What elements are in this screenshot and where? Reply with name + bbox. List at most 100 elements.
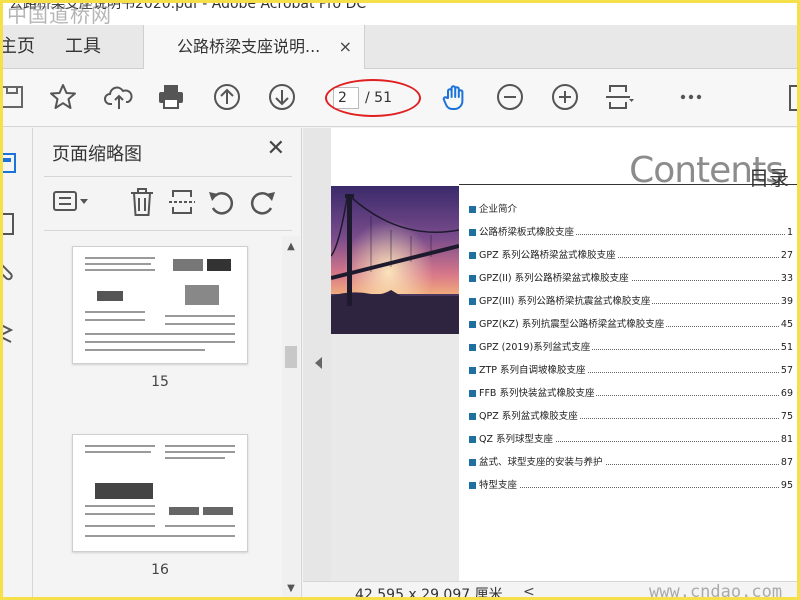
toc-title: FFB 系列快装盆式橡胶支座 [479, 386, 597, 401]
fit-page-icon[interactable] [603, 81, 635, 113]
bookmark-icon[interactable] [3, 208, 25, 238]
toc-item[interactable]: GPZ 系列公路桥梁盆式橡胶支座 27 [469, 248, 793, 271]
toc-title: GPZ(III) 系列公路桥梁抗震盆式橡胶支座 [479, 294, 653, 309]
page-thumbnail[interactable] [72, 246, 248, 364]
scroll-up-icon[interactable]: ▲ [284, 240, 298, 254]
page-thumbnails-icon[interactable] [3, 148, 25, 178]
app-window: 公路桥梁支座说明书2020.pdf - Adobe Acrobat Pro DC… [0, 0, 800, 600]
print-icon[interactable] [155, 81, 187, 113]
toc-page: 39 [778, 294, 793, 309]
attachment-icon[interactable] [3, 256, 25, 286]
toc-page: 57 [778, 363, 793, 378]
toc-page: 51 [778, 340, 793, 355]
thumbnail-page-number: 15 [151, 374, 169, 390]
toc-page: 75 [778, 409, 793, 424]
tab-home-label: 主页 [0, 36, 35, 57]
toc-item[interactable]: GPZ (2019)系列盆式支座 51 [469, 340, 793, 363]
thumbnail-page-number: 16 [151, 562, 169, 578]
highlight-circle [325, 79, 421, 117]
toc-bullet [469, 298, 476, 305]
tab-bar: 主页 工具 公路桥梁支座说明... × [3, 25, 797, 70]
close-pane-icon[interactable]: ✕ [267, 136, 285, 161]
contents-heading-zh: 目录 [749, 166, 789, 190]
close-tab-icon[interactable]: × [339, 37, 352, 56]
bridge-photo [331, 186, 459, 334]
toc-page: 1 [784, 225, 793, 240]
toc-item[interactable]: 公路桥梁板式橡胶支座 1 [469, 225, 793, 248]
scrollbar-thumb[interactable] [285, 346, 297, 368]
document-icon[interactable] [783, 81, 797, 113]
toc-title: GPZ(II) 系列公路桥梁盆式橡胶支座 [479, 271, 631, 286]
layers-icon[interactable] [3, 316, 25, 346]
toc-bullet [469, 413, 476, 420]
zoom-out-icon[interactable] [494, 81, 526, 113]
toc-bullet [469, 459, 476, 466]
toc-item[interactable]: FFB 系列快装盆式橡胶支座 69 [469, 386, 793, 409]
toc-bullet [469, 229, 476, 236]
toc-title: 盆式、球型支座的安装与养护 [479, 455, 605, 470]
toc-page: 87 [778, 455, 793, 470]
toc-bullet [469, 482, 476, 489]
toc-page: 69 [778, 386, 793, 401]
document-view[interactable]: Contents 目录 企业简介 公路桥梁板式橡胶支座 1 GPZ 系列公路桥梁… [303, 128, 797, 581]
toc-bullet [469, 275, 476, 282]
tab-home[interactable]: 主页 [3, 25, 35, 69]
scroll-left-icon[interactable]: < [523, 584, 535, 597]
rotate-right-icon[interactable] [246, 186, 278, 218]
toc-title: 企业简介 [479, 202, 520, 217]
toc-bullet [469, 436, 476, 443]
toc-item[interactable]: GPZ(II) 系列公路桥梁盆式橡胶支座 33 [469, 271, 793, 294]
pane-toolbar [48, 186, 288, 222]
toc-title: GPZ 系列公路桥梁盆式橡胶支座 [479, 248, 618, 263]
toc-item[interactable]: QPZ 系列盆式橡胶支座 75 [469, 409, 793, 432]
toc-leader [479, 487, 785, 488]
main-toolbar: 2 / 51 [3, 69, 797, 127]
toc-title: ZTP 系列自调坡橡胶支座 [479, 363, 588, 378]
insert-page-icon[interactable] [166, 186, 198, 218]
rotate-left-icon[interactable] [206, 186, 238, 218]
toc-item[interactable]: 盆式、球型支座的安装与养护 87 [469, 455, 793, 478]
hand-tool-icon[interactable] [439, 81, 471, 113]
toc-item[interactable]: GPZ(III) 系列公路桥梁抗震盆式橡胶支座 39 [469, 294, 793, 317]
page-dimensions: 42.595 x 29.097 厘米 [355, 587, 503, 600]
pdf-page: Contents 目录 企业简介 公路桥梁板式橡胶支座 1 GPZ 系列公路桥梁… [331, 128, 797, 581]
cloud-upload-icon[interactable] [103, 81, 135, 113]
toc-bullet [469, 344, 476, 351]
star-icon[interactable] [47, 81, 79, 113]
collapse-pane-icon[interactable] [313, 355, 323, 371]
thumbnail-options-icon[interactable] [52, 186, 88, 218]
pane-divider [44, 176, 292, 177]
thumbnail-scrollbar[interactable]: ▲ ▼ [282, 236, 300, 597]
toc-item[interactable]: 企业简介 [469, 202, 793, 225]
more-icon[interactable] [675, 81, 707, 113]
toc-item[interactable]: QZ 系列球型支座 81 [469, 432, 793, 455]
save-icon[interactable] [3, 81, 29, 113]
toc-page: 81 [778, 432, 793, 447]
delete-page-icon[interactable] [126, 186, 158, 218]
toc-bullet [469, 206, 476, 213]
status-bar: 42.595 x 29.097 厘米 < www.cndao.com [303, 581, 797, 600]
left-tool-rail [3, 128, 33, 597]
toc-bullet [469, 252, 476, 259]
toc-title: QZ 系列球型支座 [479, 432, 556, 447]
pane-divider [44, 230, 292, 231]
page-thumbnail[interactable] [72, 434, 248, 552]
title-bar: 公路桥梁支座说明书2020.pdf - Adobe Acrobat Pro DC [3, 3, 797, 25]
next-page-icon[interactable] [266, 81, 298, 113]
toc-page: 45 [778, 317, 793, 332]
table-of-contents: 企业简介 公路桥梁板式橡胶支座 1 GPZ 系列公路桥梁盆式橡胶支座 27 GPZ(… [469, 202, 793, 501]
toc-item[interactable]: GPZ(KZ) 系列抗震型公路桥梁盆式橡胶支座 45 [469, 317, 793, 340]
tab-document-label: 公路桥梁支座说明... [177, 37, 321, 56]
pane-title: 页面缩略图 [52, 144, 142, 165]
scroll-down-icon[interactable]: ▼ [284, 582, 298, 596]
prev-page-icon[interactable] [211, 81, 243, 113]
tab-tools[interactable]: 工具 [65, 25, 101, 69]
site-watermark-url: www.cndao.com [649, 582, 783, 600]
toc-item[interactable]: 特型支座 95 [469, 478, 793, 501]
toc-page: 27 [778, 248, 793, 263]
window-title: 公路桥梁支座说明书2020.pdf - Adobe Acrobat Pro DC [9, 3, 367, 12]
toc-item[interactable]: ZTP 系列自调坡橡胶支座 57 [469, 363, 793, 386]
tab-document[interactable]: 公路桥梁支座说明... × [143, 25, 365, 70]
left-gray-column [331, 334, 459, 581]
zoom-in-icon[interactable] [549, 81, 581, 113]
